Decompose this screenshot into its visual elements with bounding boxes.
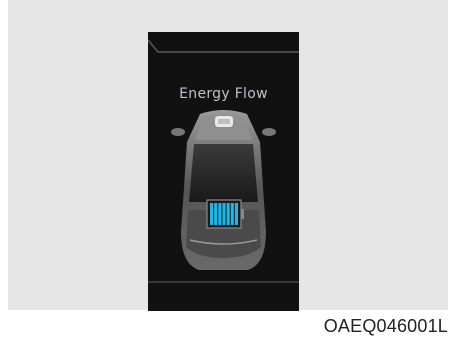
battery-cell (226, 203, 230, 225)
battery-cell (230, 203, 234, 225)
top-bezel-line (148, 39, 299, 53)
figure-code: OAEQ046001L (323, 316, 448, 336)
battery-cell (234, 203, 238, 225)
display-graphics (148, 39, 299, 283)
battery-cell (222, 203, 226, 225)
battery-cell (210, 203, 214, 225)
battery-icon (206, 199, 244, 229)
battery-cell (218, 203, 222, 225)
battery-cell (214, 203, 218, 225)
battery-terminal (241, 209, 244, 219)
car-icon (171, 110, 276, 270)
screen-title: Energy Flow (179, 86, 268, 102)
energy-flow-display: Energy Flow (148, 32, 299, 311)
